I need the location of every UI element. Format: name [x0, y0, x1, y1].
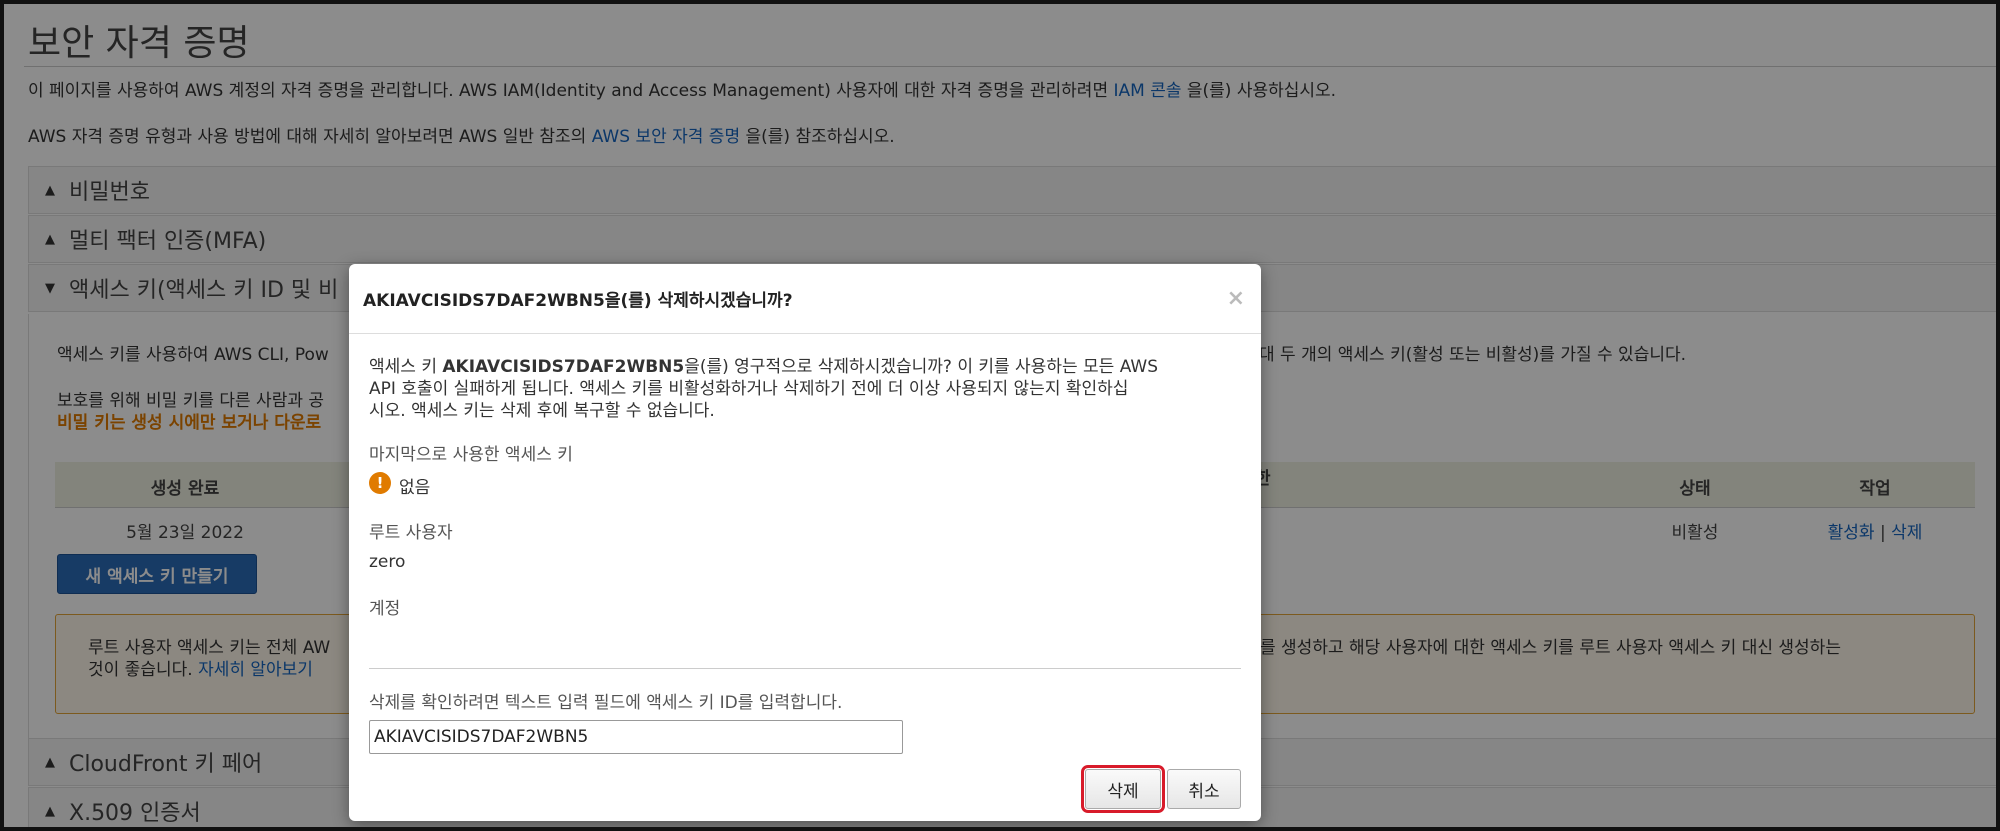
last-used-value: 없음: [399, 478, 431, 498]
delete-button[interactable]: 삭제: [1081, 765, 1165, 813]
dialog-title: AKIAVCISIDS7DAF2WBN5을(를) 삭제하시겠습니까?: [363, 291, 793, 311]
close-icon[interactable]: ×: [1227, 286, 1245, 311]
account-label: 계정: [369, 599, 401, 619]
root-user-value: zero: [369, 552, 406, 572]
last-used-label: 마지막으로 사용한 액세스 키: [369, 445, 573, 465]
cancel-button[interactable]: 취소: [1167, 769, 1241, 809]
dialog-divider: [369, 668, 1241, 669]
confirm-label: 삭제를 확인하려면 텍스트 입력 필드에 액세스 키 ID를 입력합니다.: [369, 693, 843, 713]
screen-frame: 보안 자격 증명 이 페이지를 사용하여 AWS 계정의 자격 증명을 관리합니…: [0, 0, 2000, 831]
root-user-label: 루트 사용자: [369, 523, 453, 543]
warning-icon: !: [369, 472, 391, 494]
confirm-key-id-input[interactable]: [369, 720, 903, 754]
dialog-header: AKIAVCISIDS7DAF2WBN5을(를) 삭제하시겠습니까? ×: [349, 264, 1261, 334]
dialog-message-line-3: 시오. 액세스 키는 삭제 후에 복구할 수 없습니다.: [369, 401, 715, 421]
delete-access-key-dialog: AKIAVCISIDS7DAF2WBN5을(를) 삭제하시겠습니까? × 액세스…: [349, 264, 1261, 821]
